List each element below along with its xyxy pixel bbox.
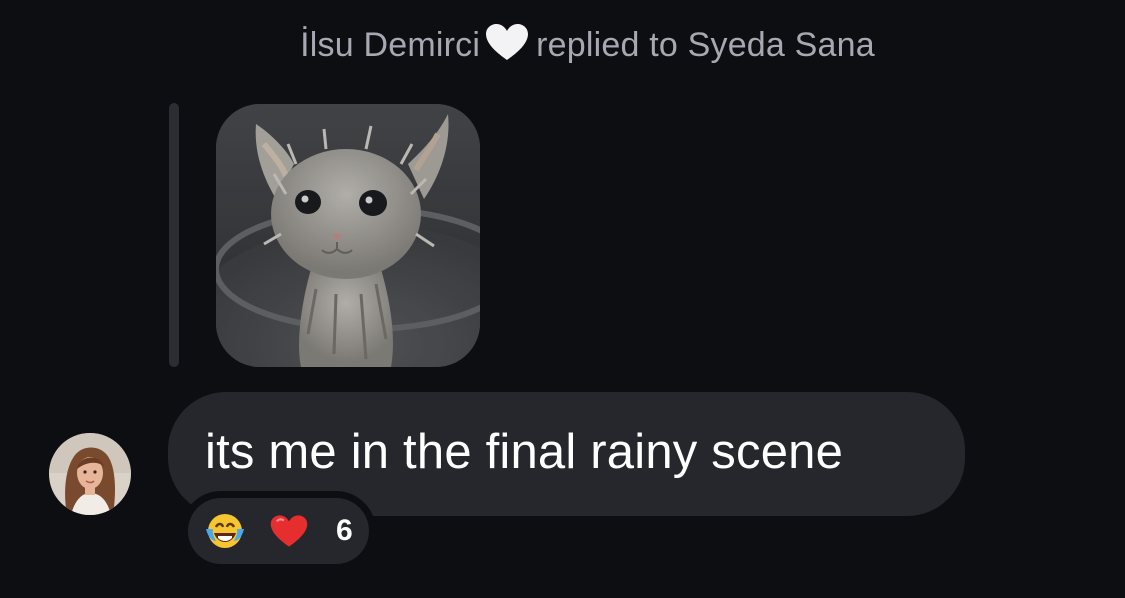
reply-recipient-name[interactable]: Syeda Sana — [688, 26, 875, 64]
message-text: its me in the final rainy scene — [205, 425, 844, 479]
wet-kitten-photo — [216, 104, 480, 367]
reply-action-text: replied to — [536, 26, 678, 64]
reply-header: İlsu Demirci replied to Syeda Sana — [0, 22, 1125, 71]
profile-photo-avatar — [49, 433, 131, 515]
white-heart-icon — [484, 22, 530, 71]
reply-quote-bar — [169, 103, 179, 367]
reply-sender-name[interactable]: İlsu Demirci — [300, 26, 480, 64]
quoted-photo[interactable] — [216, 104, 480, 367]
laughing-tears-emoji-icon — [204, 511, 246, 556]
avatar[interactable] — [49, 433, 131, 515]
reactions-inner: 6 — [188, 498, 369, 564]
reactions-pill[interactable]: 6 — [181, 491, 376, 571]
reaction-count: 6 — [336, 514, 353, 547]
red-heart-icon — [269, 513, 309, 554]
